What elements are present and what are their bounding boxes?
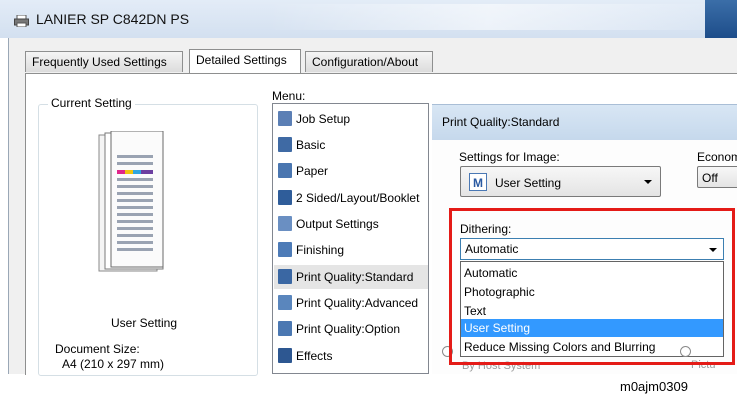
menu-list[interactable]: Job Setup Basic Paper 2 Sided/Layout/Boo… — [272, 103, 429, 374]
print-quality-option-icon — [278, 321, 292, 336]
panel-header: Print Quality:Standard — [432, 104, 737, 141]
printer-icon — [14, 15, 29, 27]
menu-item-basic[interactable]: Basic — [278, 133, 428, 157]
tab-configuration-about[interactable]: Configuration/About — [305, 51, 433, 72]
menu-label: Menu: — [272, 89, 306, 103]
tab-detailed-settings[interactable]: Detailed Settings — [189, 49, 301, 73]
red-highlight-box — [449, 208, 735, 365]
economy-value: Off — [702, 171, 718, 185]
current-setting-name: User Setting — [111, 316, 178, 330]
finishing-icon — [278, 242, 292, 257]
figure-caption: m0ajm0309 — [620, 379, 688, 394]
menu-item-print-quality-option[interactable]: Print Quality:Option — [278, 317, 428, 341]
menu-item-print-quality-advanced[interactable]: Print Quality:Advanced — [278, 291, 428, 315]
m-badge-icon: M — [469, 173, 487, 191]
document-size-value: A4 (210 x 297 mm) — [62, 357, 165, 371]
menu-item-output-settings[interactable]: Output Settings — [278, 212, 428, 236]
menu-item-effects[interactable]: Effects — [278, 344, 428, 368]
tab-frequently-used-settings[interactable]: Frequently Used Settings — [25, 51, 183, 72]
title-bar-gradient — [268, 4, 708, 30]
economy-select[interactable]: Off — [697, 166, 737, 188]
print-quality-advanced-icon — [278, 295, 292, 310]
chevron-down-icon — [644, 179, 652, 184]
current-setting-title: Current Setting — [48, 96, 135, 110]
job-setup-icon — [278, 111, 292, 126]
settings-for-image-select[interactable]: M User Setting — [460, 166, 661, 197]
output-icon — [278, 216, 292, 231]
print-quality-icon — [278, 269, 292, 284]
paper-icon — [278, 163, 292, 178]
menu-item-finishing[interactable]: Finishing — [278, 238, 428, 262]
menu-item-2-sided-layout-booklet[interactable]: 2 Sided/Layout/Booklet — [278, 186, 428, 210]
basic-icon — [278, 137, 292, 152]
document-preview-icon — [98, 131, 164, 272]
settings-for-image-value: User Setting — [495, 176, 562, 190]
panel-title: Print Quality:Standard — [442, 115, 560, 129]
window-controls-area[interactable] — [705, 0, 737, 38]
layout-icon — [278, 190, 292, 205]
economy-label: Econom — [697, 150, 737, 164]
document-size-label: Document Size: — [55, 342, 140, 356]
settings-for-image-label: Settings for Image: — [459, 150, 560, 164]
window-title: LANIER SP C842DN PS — [36, 11, 190, 27]
menu-item-paper[interactable]: Paper — [278, 159, 428, 183]
menu-item-print-quality-standard[interactable]: Print Quality:Standard — [274, 265, 428, 289]
menu-item-job-setup[interactable]: Job Setup — [278, 107, 428, 131]
effects-icon — [278, 348, 292, 363]
